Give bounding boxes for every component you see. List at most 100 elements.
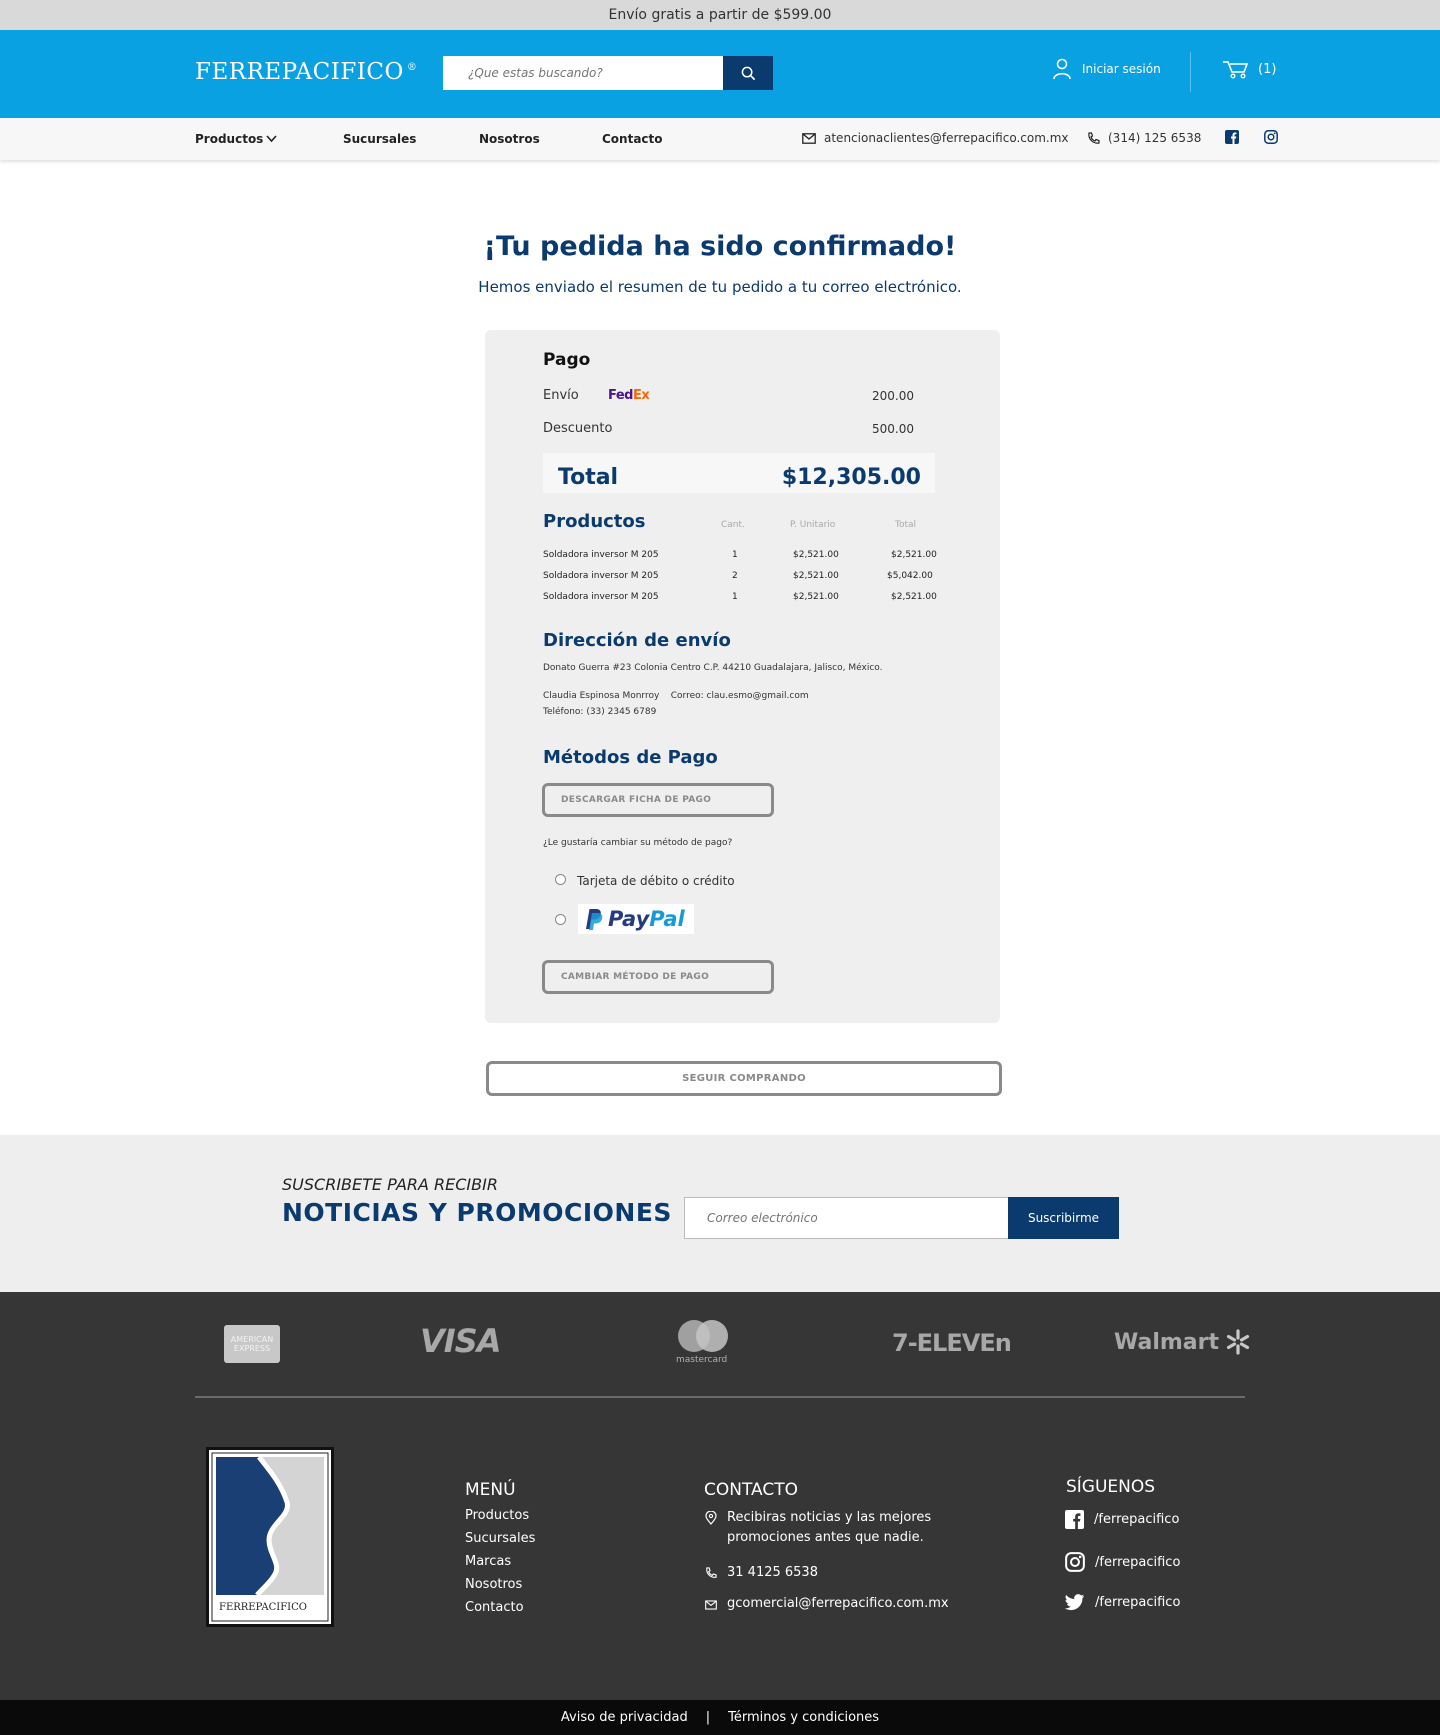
chevron-down-icon <box>266 135 277 143</box>
footer-link-contacto[interactable]: Contacto <box>465 1600 524 1615</box>
social-facebook[interactable]: /ferrepacifico <box>1065 1510 1179 1529</box>
instagram-handle: /ferrepacifico <box>1095 1554 1181 1570</box>
logo-text: FERREPACIFICO <box>195 59 404 85</box>
header: FERREPACIFICO® Iniciar sesión (1) <box>0 30 1440 118</box>
footer-logo-graphic <box>211 1452 329 1622</box>
footer-link-sucursales[interactable]: Sucursales <box>465 1531 535 1546</box>
change-payment-button[interactable]: CAMBIAR MÉTODO DE PAGO <box>542 960 774 994</box>
footer-logo-text: FERREPACIFICO <box>219 1602 307 1613</box>
instagram-icon[interactable] <box>1264 130 1278 144</box>
logo[interactable]: FERREPACIFICO ® <box>195 59 417 85</box>
radio-card[interactable] <box>555 874 566 885</box>
amex-line1: AMERICAN <box>230 1335 274 1344</box>
contact-phone[interactable]: 31 4125 6538 <box>705 1563 818 1583</box>
order-summary-card: Pago Envío FedEx 200.00 Descuento 500.00… <box>485 330 1000 1023</box>
nav-email[interactable]: atencionaclientes@ferrepacifico.com.mx <box>802 131 1069 145</box>
facebook-icon[interactable] <box>1225 130 1239 144</box>
keep-shopping-button[interactable]: SEGUIR COMPRANDO <box>486 1061 1002 1096</box>
newsletter-email-input[interactable] <box>684 1197 1009 1239</box>
mail-icon <box>705 1600 717 1610</box>
amex-logo: AMERICAN EXPRESS <box>224 1325 280 1363</box>
product-total: $2,521.00 <box>891 592 937 602</box>
contact-heading: CONTACTO <box>704 1480 798 1500</box>
col-header-qty: Cant. <box>721 520 745 530</box>
cart-count: (1) <box>1258 61 1277 77</box>
nav-item-contacto[interactable]: Contacto <box>602 132 663 146</box>
shipping-phone: Teléfono: (33) 2345 6789 <box>543 707 657 717</box>
footer: AMERICAN EXPRESS VISA mastercard 7-ELEVE… <box>0 1292 1440 1700</box>
product-qty: 2 <box>732 571 738 581</box>
change-method-question: ¿Le gustaría cambiar su método de pago? <box>543 838 733 848</box>
bottom-bar: Aviso de privacidad | Términos y condici… <box>0 1700 1440 1735</box>
product-unit: $2,521.00 <box>793 571 839 581</box>
nav-label: Productos <box>195 132 264 146</box>
envio-label: Envío <box>543 388 579 403</box>
user-icon <box>1053 58 1071 80</box>
footer-link-marcas[interactable]: Marcas <box>465 1554 511 1569</box>
product-unit: $2,521.00 <box>793 550 839 560</box>
visa-logo: VISA <box>420 1322 501 1360</box>
download-ticket-button[interactable]: DESCARGAR FICHA DE PAGO <box>542 783 774 817</box>
footer-link-productos[interactable]: Productos <box>465 1508 529 1523</box>
privacy-link[interactable]: Aviso de privacidad <box>561 1710 688 1725</box>
newsletter-section: SUSCRIBETE PARA RECIBIR NOTICIAS Y PROMO… <box>0 1135 1440 1292</box>
paypal-icon <box>586 909 603 930</box>
paypal-text: PayPal <box>608 907 685 931</box>
nav-label: Sucursales <box>343 132 417 146</box>
login-link[interactable]: Iniciar sesión <box>1052 58 1161 80</box>
search-input[interactable] <box>443 56 723 90</box>
confirmation-subtitle: Hemos enviado el resumen de tu pedido a … <box>478 278 962 296</box>
option-card-label: Tarjeta de débito o crédito <box>577 874 735 888</box>
paypal-text-pal: Pal <box>649 907 685 931</box>
subscribe-button[interactable]: Suscribirme <box>1008 1197 1119 1239</box>
main-nav: Productos Sucursales Nosotros Contacto a… <box>0 118 1440 160</box>
facebook-handle: /ferrepacifico <box>1094 1512 1180 1527</box>
terms-link[interactable]: Términos y condiciones <box>728 1710 879 1725</box>
mastercard-text: mastercard <box>676 1355 728 1365</box>
header-divider <box>1190 52 1191 92</box>
search-icon <box>741 66 755 80</box>
total-box: Total $12,305.00 <box>543 453 935 493</box>
descuento-label: Descuento <box>543 421 613 436</box>
shipping-contact: Claudia Espinosa Monrroy Correo: clau.es… <box>543 691 809 701</box>
nav-item-nosotros[interactable]: Nosotros <box>479 132 540 146</box>
footer-logo: FERREPACIFICO <box>206 1447 334 1627</box>
nav-item-productos[interactable]: Productos <box>195 132 277 146</box>
direccion-heading: Dirección de envío <box>543 630 731 651</box>
social-instagram[interactable]: /ferrepacifico <box>1065 1552 1180 1572</box>
promo-bar: Envío gratis a partir de $599.00 <box>0 0 1440 30</box>
contact-text: Recibiras noticias y las mejores promoci… <box>727 1508 931 1548</box>
seven-eleven-logo: 7-ELEVEn <box>892 1329 1012 1357</box>
paypal-text-pay: Pay <box>608 907 650 931</box>
nav-item-sucursales[interactable]: Sucursales <box>343 132 416 146</box>
walmart-text: Walmart <box>1114 1329 1220 1355</box>
cart-button[interactable]: (1) <box>1222 59 1276 79</box>
descuento-value: 500.00 <box>872 422 914 436</box>
product-name: Soldadora inversor M 205 <box>543 571 659 581</box>
col-header-unit: P. Unitario <box>790 520 836 530</box>
logo-mark: ® <box>406 62 418 74</box>
contact-phone-text: 31 4125 6538 <box>727 1565 818 1580</box>
twitter-icon <box>1065 1594 1085 1611</box>
login-label: Iniciar sesión <box>1082 62 1161 76</box>
total-label: Total <box>558 465 619 490</box>
social-twitter[interactable]: /ferrepacifico <box>1065 1594 1180 1611</box>
shipping-address: Donato Guerra #23 Colonia Centro C.P. 44… <box>543 663 883 673</box>
mastercard-logo: mastercard <box>672 1319 734 1367</box>
bottom-separator: | <box>705 1710 711 1725</box>
footer-link-nosotros[interactable]: Nosotros <box>465 1577 522 1592</box>
newsletter-line1: SUSCRIBETE PARA RECIBIR <box>282 1175 498 1194</box>
product-total: $5,042.00 <box>887 571 933 581</box>
contact-email[interactable]: gcomercial@ferrepacifico.com.mx <box>705 1594 949 1614</box>
amex-line2: EXPRESS <box>233 1344 271 1353</box>
nav-phone[interactable]: (314) 125 6538 <box>1087 131 1201 145</box>
mail-icon <box>802 132 816 144</box>
walmart-spark-icon <box>1226 1329 1250 1355</box>
instagram-icon <box>1065 1552 1085 1572</box>
contact-text-line2: promociones antes que nadie. <box>727 1530 924 1545</box>
radio-paypal[interactable] <box>555 914 566 925</box>
search-button[interactable] <box>723 56 773 90</box>
footer-divider <box>195 1396 1245 1398</box>
nav-label: Nosotros <box>479 132 540 146</box>
location-pin-icon <box>705 1511 717 1525</box>
